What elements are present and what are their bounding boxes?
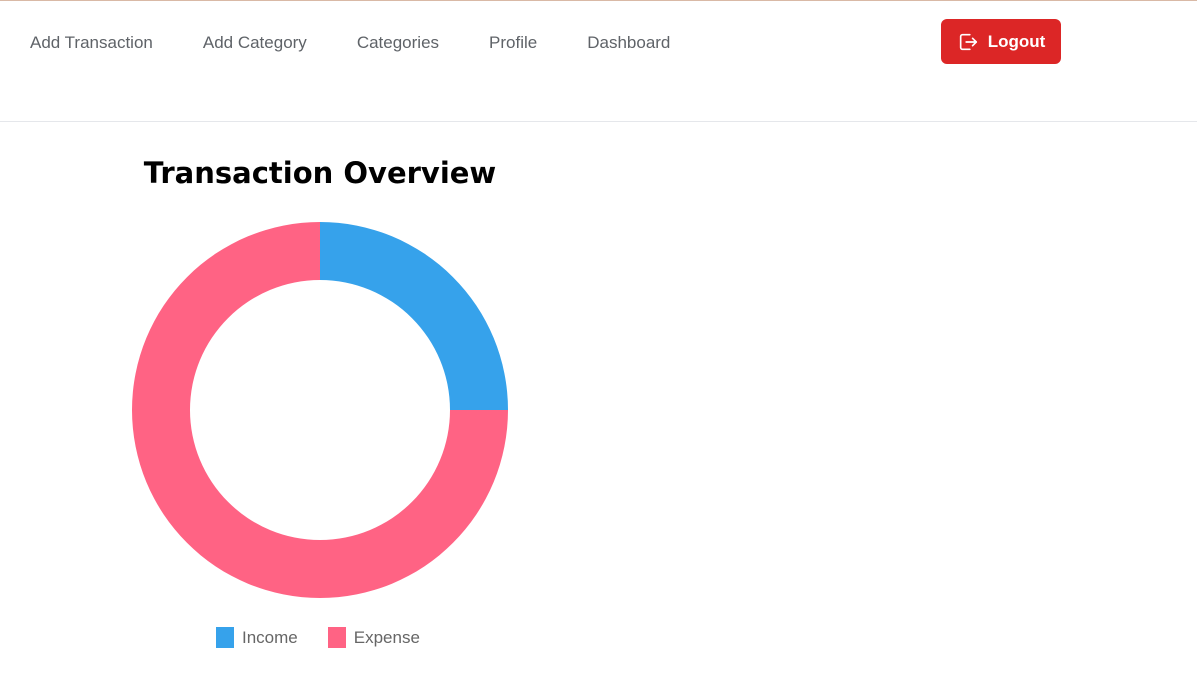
slice-income[interactable] — [320, 222, 508, 410]
legend-item-income[interactable]: Income — [216, 627, 298, 648]
nav-link-dashboard[interactable]: Dashboard — [587, 32, 670, 54]
chart-legend: Income Expense — [216, 627, 450, 648]
legend-swatch-expense — [327, 627, 346, 648]
legend-swatch-income — [216, 627, 234, 648]
doughnut-chart — [132, 222, 508, 598]
logout-button[interactable]: Logout — [941, 19, 1061, 64]
navbar: Add Transaction Add Category Categories … — [0, 1, 1197, 122]
chart-title: Transaction Overview — [143, 156, 497, 190]
nav-link-add-category[interactable]: Add Category — [203, 32, 307, 54]
legend-label-expense: Expense — [353, 627, 420, 647]
logout-label: Logout — [987, 31, 1046, 51]
nav-link-add-transaction[interactable]: Add Transaction — [30, 32, 153, 54]
legend-label-income: Income — [242, 627, 298, 647]
nav-links: Add Transaction Add Category Categories … — [30, 32, 720, 54]
logout-icon — [959, 33, 977, 50]
legend-item-expense[interactable]: Expense — [327, 627, 420, 648]
nav-link-profile[interactable]: Profile — [489, 32, 537, 54]
nav-link-categories[interactable]: Categories — [357, 32, 439, 54]
